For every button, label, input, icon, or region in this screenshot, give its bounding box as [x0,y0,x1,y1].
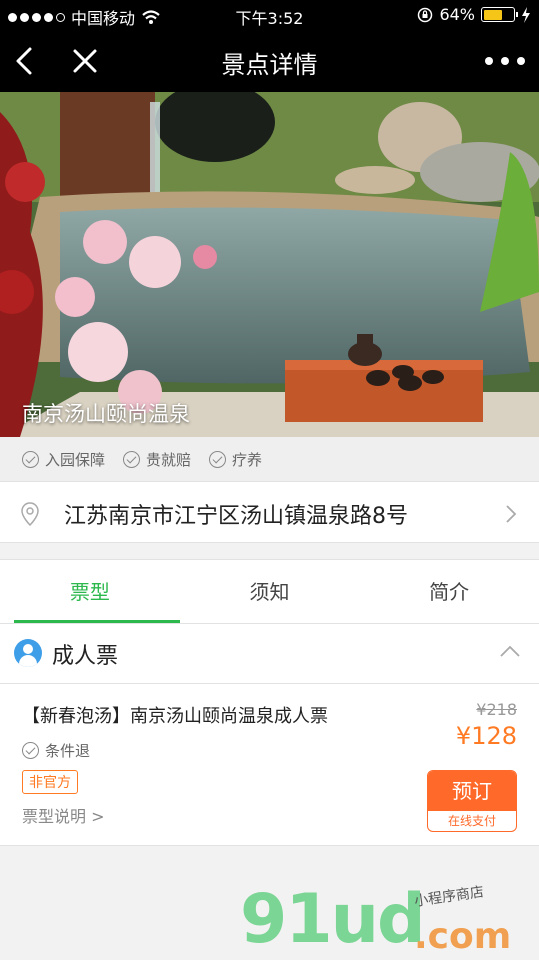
guarantee-item: 贵就赔 [123,449,191,470]
tab-ticket-types[interactable]: 票型 [0,560,180,623]
online-pay-label: 在线支付 [447,814,496,828]
ticket-name: 【新春泡汤】南京汤山颐尚温泉成人票 [22,706,328,727]
hero-image[interactable]: 南京汤山颐尚温泉 [0,92,539,437]
watermark-logo: 91ud 小程序商店 .com [240,880,512,959]
address-text: 江苏南京市江宁区汤山镇温泉路8号 [64,504,408,529]
battery-percent: 64% [439,5,475,24]
charging-icon [522,6,530,23]
nav-bar: 景点详情 [0,30,539,92]
tab-bar: 票型 须知 简介 [0,559,539,624]
check-circle-icon [22,450,39,468]
unofficial-badge: 非官方 [22,770,78,794]
ticket-price: ¥128 [455,722,517,750]
book-button[interactable]: 预订 在线支付 [427,770,517,832]
book-label: 预订 [428,771,516,811]
ticket-description-link[interactable]: 票型说明 > [22,803,105,827]
original-price: ¥218 [476,700,517,719]
battery-icon [481,7,518,22]
hero-caption: 南京汤山颐尚温泉 [22,402,190,426]
user-icon [14,639,42,667]
chevron-right-icon [506,505,517,523]
tab-intro[interactable]: 简介 [359,560,539,623]
page-title: 景点详情 [221,51,318,79]
refund-policy: 条件退 [22,740,90,761]
tab-notice[interactable]: 须知 [180,560,360,623]
ticket-section-header[interactable]: 成人票 [0,624,539,684]
location-pin-icon [21,502,39,526]
check-circle-icon [209,450,227,468]
rotation-lock-icon [418,7,433,22]
guarantee-item: 疗养 [209,449,262,470]
chevron-up-icon [500,645,520,657]
hot-spring-photo [0,92,539,437]
guarantee-item: 入园保障 [22,449,105,470]
address-row[interactable]: 江苏南京市江宁区汤山镇温泉路8号 [0,481,539,543]
status-bar: 中国移动 下午3:52 64% [0,0,539,30]
check-circle-icon [22,742,39,759]
more-icon[interactable] [485,44,525,78]
guarantee-bar: 入园保障 贵就赔 疗养 [0,437,539,481]
check-circle-icon [123,450,141,468]
ticket-item[interactable]: 【新春泡汤】南京汤山颐尚温泉成人票 ¥218 ¥128 条件退 非官方 票型说明… [0,684,539,846]
section-title: 成人票 [52,644,119,669]
